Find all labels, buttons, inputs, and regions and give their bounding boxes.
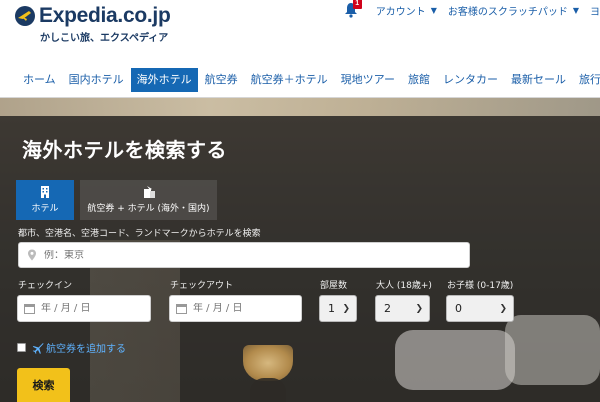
more-label: ヨ xyxy=(590,6,600,18)
nav-item-home[interactable]: ホーム xyxy=(17,68,62,92)
add-flight-checkbox[interactable] xyxy=(17,343,26,352)
destination-hint: 都市、空港名、空港コード、ランドマークからホテルを検索 xyxy=(18,229,261,239)
adults-select[interactable]: 2 ❯ xyxy=(375,295,430,322)
page-title: 海外ホテルを検索する xyxy=(22,138,227,162)
hero-lamp-base-decoration xyxy=(250,378,286,402)
chevron-down-icon: ▼ xyxy=(430,5,437,15)
globe-logo-icon xyxy=(15,6,35,26)
destination-field[interactable] xyxy=(18,242,470,268)
chevron-down-icon: ❯ xyxy=(499,303,507,314)
children-select[interactable]: 0 ❯ xyxy=(446,295,514,322)
hero-lamp-decoration xyxy=(243,345,293,381)
children-value: 0 xyxy=(455,302,462,315)
checkout-input[interactable] xyxy=(193,303,283,314)
nav-item-sale[interactable]: 最新セール xyxy=(505,68,572,92)
tab-flight-hotel[interactable]: 航空券 + ホテル (海外・国内) xyxy=(80,180,217,220)
nav-item-ryokan[interactable]: 旅館 xyxy=(402,68,436,92)
location-pin-icon xyxy=(28,249,36,261)
hero-photo-band xyxy=(0,98,600,116)
search-button[interactable]: 検索 xyxy=(17,368,70,402)
rooms-label: 部屋数 xyxy=(320,281,348,291)
tab-hotel[interactable]: ホテル xyxy=(16,180,74,220)
main-nav: ホーム 国内ホテル 海外ホテル 航空券 航空券＋ホテル 現地ツアー 旅館 レンタ… xyxy=(0,68,600,92)
plane-icon xyxy=(32,342,44,354)
children-label: お子様 (0-17歳) xyxy=(447,281,514,291)
checkin-label: チェックイン xyxy=(18,281,73,291)
brand-name: Expedia.co.jp xyxy=(39,4,171,27)
account-label: アカウント xyxy=(375,6,426,18)
tab-hotel-label: ホテル xyxy=(31,204,59,214)
scratchpad-label: お客様のスクラッチパッド xyxy=(447,6,568,18)
chevron-down-icon: ❯ xyxy=(415,303,423,314)
add-flight-option[interactable]: 航空券を追加する xyxy=(17,340,126,355)
hero-pillow-decoration xyxy=(505,315,600,385)
hero-pillow-decoration xyxy=(395,330,515,390)
nav-item-rental-cars[interactable]: レンタカー xyxy=(437,68,504,92)
nav-item-domestic-hotels[interactable]: 国内ホテル xyxy=(63,68,130,92)
nav-item-flight-hotel[interactable]: 航空券＋ホテル xyxy=(245,68,334,92)
top-links: 1 アカウント ▼ お客様のスクラッチパッド ▼ ヨ xyxy=(344,0,600,18)
nav-item-tours[interactable]: 現地ツアー xyxy=(335,68,401,92)
chevron-down-icon: ❯ xyxy=(342,303,350,314)
adults-label: 大人 (18歳+) xyxy=(376,281,432,291)
header: Expedia.co.jp かしこい旅、エクスペディア 1 アカウント ▼ お客… xyxy=(0,0,600,60)
calendar-icon xyxy=(176,304,187,314)
scratchpad-menu[interactable]: お客様のスクラッチパッド ▼ xyxy=(448,3,579,18)
package-icon xyxy=(143,186,155,198)
tab-flight-hotel-label: 航空券 + ホテル (海外・国内) xyxy=(87,204,210,214)
checkout-label: チェックアウト xyxy=(170,281,234,291)
checkin-input[interactable] xyxy=(41,303,131,314)
account-menu[interactable]: アカウント ▼ xyxy=(376,3,437,18)
rooms-value: 1 xyxy=(328,302,335,315)
nav-item-travel[interactable]: 旅行ア xyxy=(573,68,600,92)
destination-input[interactable] xyxy=(44,249,464,261)
more-menu[interactable]: ヨ xyxy=(590,3,600,18)
expedia-logo[interactable]: Expedia.co.jp xyxy=(14,4,171,28)
calendar-icon xyxy=(24,304,35,314)
rooms-select[interactable]: 1 ❯ xyxy=(319,295,357,322)
checkout-field[interactable] xyxy=(169,295,302,322)
nav-item-flights[interactable]: 航空券 xyxy=(199,68,244,92)
notification-badge: 1 xyxy=(352,0,362,9)
chevron-down-icon: ▼ xyxy=(572,5,579,15)
adults-value: 2 xyxy=(384,302,391,315)
checkin-field[interactable] xyxy=(17,295,151,322)
notifications-button[interactable]: 1 xyxy=(344,0,362,18)
add-flight-label: 航空券を追加する xyxy=(46,344,126,355)
hotel-building-icon xyxy=(41,186,49,198)
brand-tagline: かしこい旅、エクスペディア xyxy=(40,33,169,44)
nav-item-overseas-hotels[interactable]: 海外ホテル xyxy=(130,68,198,92)
